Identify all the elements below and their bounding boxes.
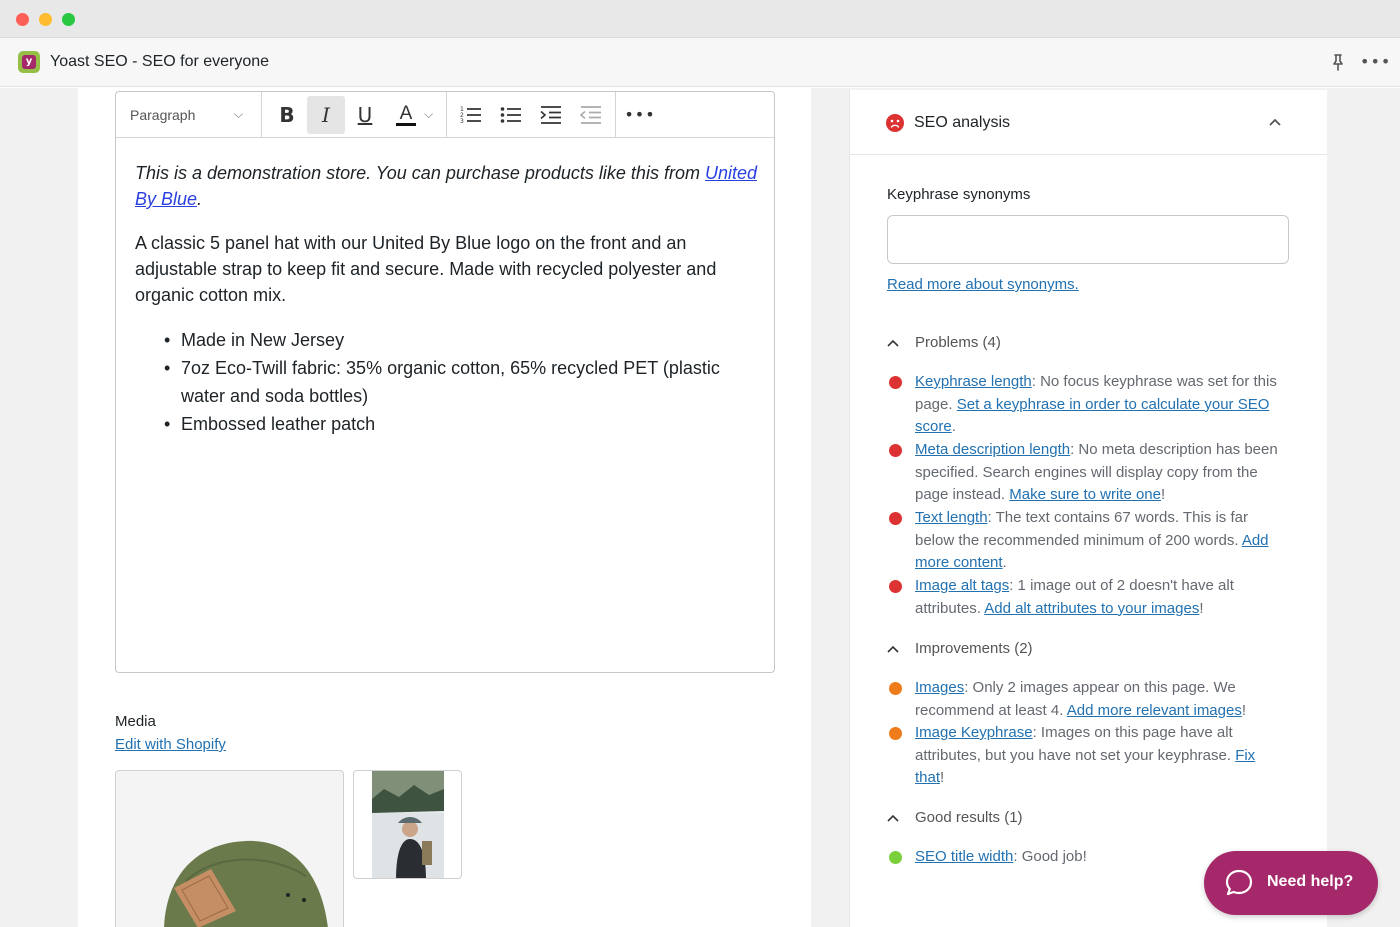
minimize-window-button[interactable]	[39, 13, 52, 26]
problem-end: .	[951, 418, 956, 436]
need-help-button[interactable]: Need help?	[1204, 851, 1378, 915]
seo-analysis-title: SEO analysis	[914, 114, 1011, 131]
chevron-up-icon	[887, 332, 903, 355]
improvement-end: !	[1241, 701, 1247, 719]
orange-bullet-icon	[889, 727, 902, 740]
edit-with-shopify-link[interactable]: Edit with Shopify	[115, 736, 226, 753]
media-heading: Media	[115, 713, 156, 730]
list-item: • Embossed leather patch	[164, 414, 376, 434]
seo-title-width-link[interactable]: SEO title width	[915, 848, 1013, 865]
write-one-link[interactable]: Make sure to write one	[1009, 486, 1161, 503]
chevron-down-icon: ⌵	[234, 107, 244, 121]
intro-text: This is a demonstration store. You can p…	[135, 163, 705, 183]
green-bullet-icon	[889, 851, 902, 864]
images-link[interactable]: Images	[915, 679, 964, 696]
chevron-up-icon	[887, 638, 903, 661]
chevron-down-icon[interactable]: ⌵	[424, 104, 433, 124]
improvement-end: !	[940, 769, 945, 787]
toolbar-divider	[446, 92, 447, 137]
format-select[interactable]: Paragraph ⌵	[116, 92, 262, 137]
numbered-list-icon[interactable]: 123	[452, 96, 490, 134]
keyphrase-length-link[interactable]: Keyphrase length	[915, 373, 1032, 390]
window-titlebar	[0, 0, 1400, 38]
add-alt-attributes-link[interactable]: Add alt attributes to your images	[984, 600, 1199, 617]
app-header: y Yoast SEO - SEO for everyone •••	[0, 38, 1400, 87]
keyphrase-synonyms-input[interactable]	[887, 215, 1289, 264]
need-help-label: Need help?	[1267, 873, 1354, 890]
red-bullet-icon	[889, 512, 902, 525]
list-item-text: Made in New Jersey	[181, 330, 345, 350]
red-bullet-icon	[889, 580, 902, 593]
pin-icon[interactable]	[1328, 52, 1348, 72]
image-alt-tags-link[interactable]: Image alt tags	[915, 577, 1009, 594]
close-window-button[interactable]	[16, 13, 29, 26]
toolbar-divider	[615, 92, 616, 137]
outdent-icon[interactable]	[572, 96, 610, 134]
list-item: • Made in New Jersey	[164, 330, 345, 350]
more-formatting-icon[interactable]: •••	[621, 96, 659, 134]
list-item: • 7oz Eco-Twill fabric: 35% organic cotto…	[164, 358, 720, 406]
product-image-lifestyle[interactable]	[353, 770, 462, 879]
image-keyphrase-link[interactable]: Image Keyphrase	[915, 724, 1033, 741]
text-length-link[interactable]: Text length	[915, 509, 988, 526]
description-paragraph: A classic 5 panel hat with our United By…	[135, 233, 717, 305]
add-more-relevant-images-link[interactable]: Add more relevant images	[1067, 702, 1242, 719]
indent-icon[interactable]	[532, 96, 570, 134]
meta-description-length-link[interactable]: Meta description length	[915, 441, 1070, 458]
orange-bullet-icon	[889, 682, 902, 695]
format-select-value: Paragraph	[130, 107, 196, 123]
intro-end: .	[197, 189, 203, 209]
chat-bubble-icon	[1225, 869, 1253, 896]
problem-end: .	[1002, 554, 1007, 572]
bold-button[interactable]: B	[268, 96, 306, 134]
editor-content[interactable]: This is a demonstration store. You can p…	[135, 160, 760, 438]
chevron-up-icon[interactable]	[1268, 110, 1286, 134]
product-image-hat[interactable]	[115, 770, 344, 927]
sad-face-icon	[886, 114, 904, 132]
good-result-text: : Good job!	[1013, 848, 1087, 865]
chevron-up-icon	[887, 807, 903, 830]
svg-text:3: 3	[460, 118, 464, 125]
underline-button[interactable]: U	[346, 96, 384, 134]
seo-analysis-header[interactable]: SEO analysis	[849, 90, 1327, 155]
problem-end: !	[1199, 599, 1204, 617]
feature-list: • Made in New Jersey • 7oz Eco-Twill fabri…	[164, 326, 760, 438]
red-bullet-icon	[889, 444, 902, 457]
more-options-icon[interactable]: •••	[1360, 52, 1390, 72]
red-bullet-icon	[889, 376, 902, 389]
app-title: Yoast SEO - SEO for everyone	[50, 53, 270, 70]
keyphrase-synonyms-label: Keyphrase synonyms	[887, 186, 1031, 203]
editor-toolbar: Paragraph ⌵ B I U A ⌵ 123 •••	[116, 92, 774, 138]
list-item-text: 7oz Eco-Twill fabric: 35% organic cotton…	[181, 358, 720, 406]
good-results-label: Good results (1)	[915, 809, 1023, 826]
list-item-text: Embossed leather patch	[181, 414, 376, 434]
bulleted-list-icon[interactable]	[492, 96, 530, 134]
maximize-window-button[interactable]	[62, 13, 75, 26]
improvements-label: Improvements (2)	[915, 640, 1033, 657]
problems-label: Problems (4)	[915, 334, 1001, 351]
italic-button[interactable]: I	[307, 96, 345, 134]
read-more-synonyms-link[interactable]: Read more about synonyms.	[887, 276, 1079, 293]
app-logo-icon: y	[18, 51, 40, 73]
rich-text-editor[interactable]: Paragraph ⌵ B I U A ⌵ 123 ••• This is a …	[115, 91, 775, 673]
intro-paragraph: This is a demonstration store. You can p…	[135, 160, 760, 212]
set-keyphrase-link[interactable]: Set a keyphrase in order to calculate yo…	[915, 396, 1269, 436]
problem-end: !	[1161, 486, 1166, 504]
text-color-swatch	[396, 123, 416, 126]
